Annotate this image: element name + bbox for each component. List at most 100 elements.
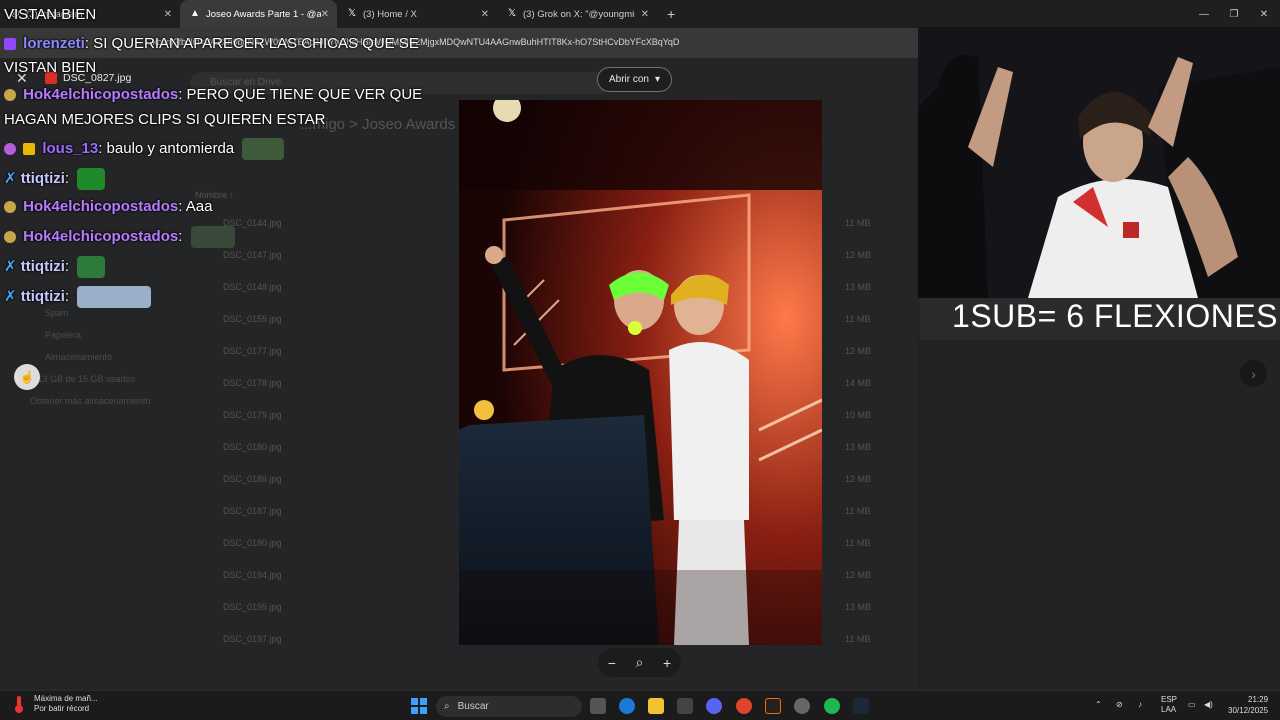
sidebar-item[interactable]: Spam <box>45 308 69 318</box>
weather-widget[interactable]: Máxima de mañ... Por batir récord <box>12 694 98 714</box>
microphone-icon[interactable]: ♪ <box>1138 700 1142 709</box>
clock-time: 21:29 <box>1248 695 1269 704</box>
obs-icon[interactable] <box>794 698 810 714</box>
close-icon[interactable]: ✕ <box>481 9 489 20</box>
clock-date: 30/12/2025 <box>1228 706 1269 715</box>
file-size: 12 MB <box>845 250 872 260</box>
zoom-out-button[interactable]: − <box>608 655 616 671</box>
file-name: DSC_0190.jpg <box>223 538 282 548</box>
chat-username[interactable]: ttiqtizi <box>21 258 65 275</box>
file-name: DSC_0187.jpg <box>223 506 282 516</box>
file-size: 11 MB <box>845 218 871 228</box>
stage-photo-illustration <box>459 100 822 645</box>
file-size: 12 MB <box>845 570 872 580</box>
taskbar-search-label: Buscar <box>457 701 489 712</box>
file-size: 11 MB <box>845 538 871 548</box>
maximize-icon[interactable]: ❐ <box>1218 0 1250 28</box>
chrome-icon[interactable] <box>736 698 752 714</box>
app-icon[interactable] <box>765 698 781 714</box>
windows-taskbar: Máxima de mañ... Por batir récord ⌕ Busc… <box>0 690 1280 720</box>
steam-icon[interactable] <box>853 698 869 714</box>
sidebar-item[interactable]: Obtener más almacenamiento <box>30 396 151 406</box>
chat-text: : <box>178 227 183 245</box>
chat-username[interactable]: ttiqtizi <box>21 170 65 187</box>
chat-message: lorenzeti: SI QUERIAN APARECER LAS CHICA… <box>4 35 419 52</box>
sidebar-item[interactable]: Almacenamiento <box>45 352 112 362</box>
close-icon[interactable]: ✕ <box>164 9 172 20</box>
close-icon[interactable]: ✕ <box>321 9 329 20</box>
lang-line-1: ESP <box>1161 695 1178 704</box>
weather-line-2: Por batir récord <box>34 704 90 713</box>
file-name: DSC_0147.jpg <box>223 250 282 260</box>
chat-message: Hok4elchicopostados: PERO QUE TIENE QUE … <box>4 86 422 103</box>
chat-username[interactable]: Hok4elchicopostados <box>23 198 178 215</box>
display-icon[interactable]: ▭ <box>1188 700 1196 709</box>
preview-photo <box>459 100 822 645</box>
thermometer-icon <box>15 696 23 713</box>
close-icon[interactable]: ✕ <box>641 9 649 20</box>
file-size: 13 MB <box>845 282 872 292</box>
chat-username[interactable]: Hok4elchicopostados <box>23 86 178 103</box>
sub-badge-icon <box>23 143 36 155</box>
chat-username[interactable]: lous_13 <box>42 140 98 157</box>
sidebar-item[interactable]: Papelera <box>45 330 81 340</box>
drive-right-panel <box>918 340 1280 690</box>
zoom-in-button[interactable]: + <box>663 655 671 671</box>
discord-icon[interactable] <box>706 698 722 714</box>
chat-username[interactable]: ttiqtizi <box>21 288 65 305</box>
file-size: 11 MB <box>845 634 871 644</box>
search-icon: ⌕ <box>444 701 450 712</box>
file-size: 10 MB <box>845 410 872 420</box>
webcam-caption: 1SUB= 6 FLEXIONES <box>952 298 1278 334</box>
browser-tab-strip: ◎ (3) Instagram ✕ ▲ Joseo Awards Parte 1… <box>0 0 1280 28</box>
edge-icon[interactable] <box>619 698 635 714</box>
tab-label: (3) Home / X <box>363 8 417 20</box>
chat-message: Hok4elchicopostados: <box>4 226 235 248</box>
file-name: DSC_0177.jpg <box>223 346 282 356</box>
close-window-icon[interactable]: ✕ <box>1248 0 1280 28</box>
chat-text: : Aaa <box>178 198 213 215</box>
screen: Buscar en Drive ...migo > Joseo Awards N… <box>0 0 1280 720</box>
file-size: 11 MB <box>845 314 871 324</box>
chat-username[interactable]: lorenzeti <box>23 35 85 52</box>
language-indicator[interactable]: ESP LAA <box>1161 695 1177 715</box>
network-icon[interactable]: ⊘ <box>1116 700 1123 709</box>
open-with-label: Abrir con <box>608 74 649 85</box>
emote-icon <box>77 256 106 278</box>
tab-joseo-awards[interactable]: ▲ Joseo Awards Parte 1 - @alitai ✕ <box>180 0 337 28</box>
coin-badge-icon <box>4 201 16 214</box>
file-name: DSC_0178.jpg <box>223 378 282 388</box>
chat-text: HAGAN MEJORES CLIPS SI QUIEREN ESTAR <box>4 111 326 128</box>
tab-grok[interactable]: 𝕏 (3) Grok on X: "@youngmirko3 ✕ <box>497 0 657 28</box>
emote-icon <box>190 226 235 248</box>
sword-badge-icon: ✗ <box>4 287 17 305</box>
file-name: DSC_0180.jpg <box>223 442 282 452</box>
sub-badge-icon <box>4 38 16 51</box>
zoom-icon[interactable]: ⌕ <box>636 654 644 671</box>
new-tab-button[interactable]: + <box>667 6 675 22</box>
volume-icon[interactable]: ◀) <box>1204 700 1213 709</box>
store-icon[interactable] <box>677 698 693 714</box>
minimize-icon[interactable]: — <box>1188 0 1220 28</box>
taskbar-search[interactable]: ⌕ Buscar <box>436 696 582 717</box>
task-view-icon[interactable] <box>590 698 606 714</box>
file-name: DSC_0186.jpg <box>223 474 282 484</box>
chat-username[interactable]: Hok4elchicopostados <box>23 228 178 245</box>
x-icon: 𝕏 <box>507 8 517 19</box>
spotify-icon[interactable] <box>824 698 840 714</box>
caret-down-icon: ▾ <box>654 74 661 85</box>
drive-icon: ▲ <box>190 8 200 19</box>
tray-chevron-icon[interactable]: ⌃ <box>1095 700 1102 709</box>
open-with-button[interactable]: Abrir con ▾ <box>597 67 672 92</box>
sidebar-item[interactable]: 4,13 GB de 15 GB usados <box>30 374 135 384</box>
x-icon: 𝕏 <box>347 8 357 19</box>
clock[interactable]: 21:29 30/12/2025 <box>1228 694 1268 716</box>
emote-icon <box>77 168 106 190</box>
file-size: 13 MB <box>845 442 872 452</box>
tab-x-home[interactable]: 𝕏 (3) Home / X ✕ <box>337 0 497 28</box>
file-explorer-icon[interactable] <box>648 698 664 714</box>
chat-message: VISTAN BIEN <box>4 6 96 23</box>
coin-badge-icon <box>4 89 16 102</box>
tab-label: Joseo Awards Parte 1 - @alitai <box>206 8 321 20</box>
windows-start-icon[interactable] <box>411 698 427 714</box>
